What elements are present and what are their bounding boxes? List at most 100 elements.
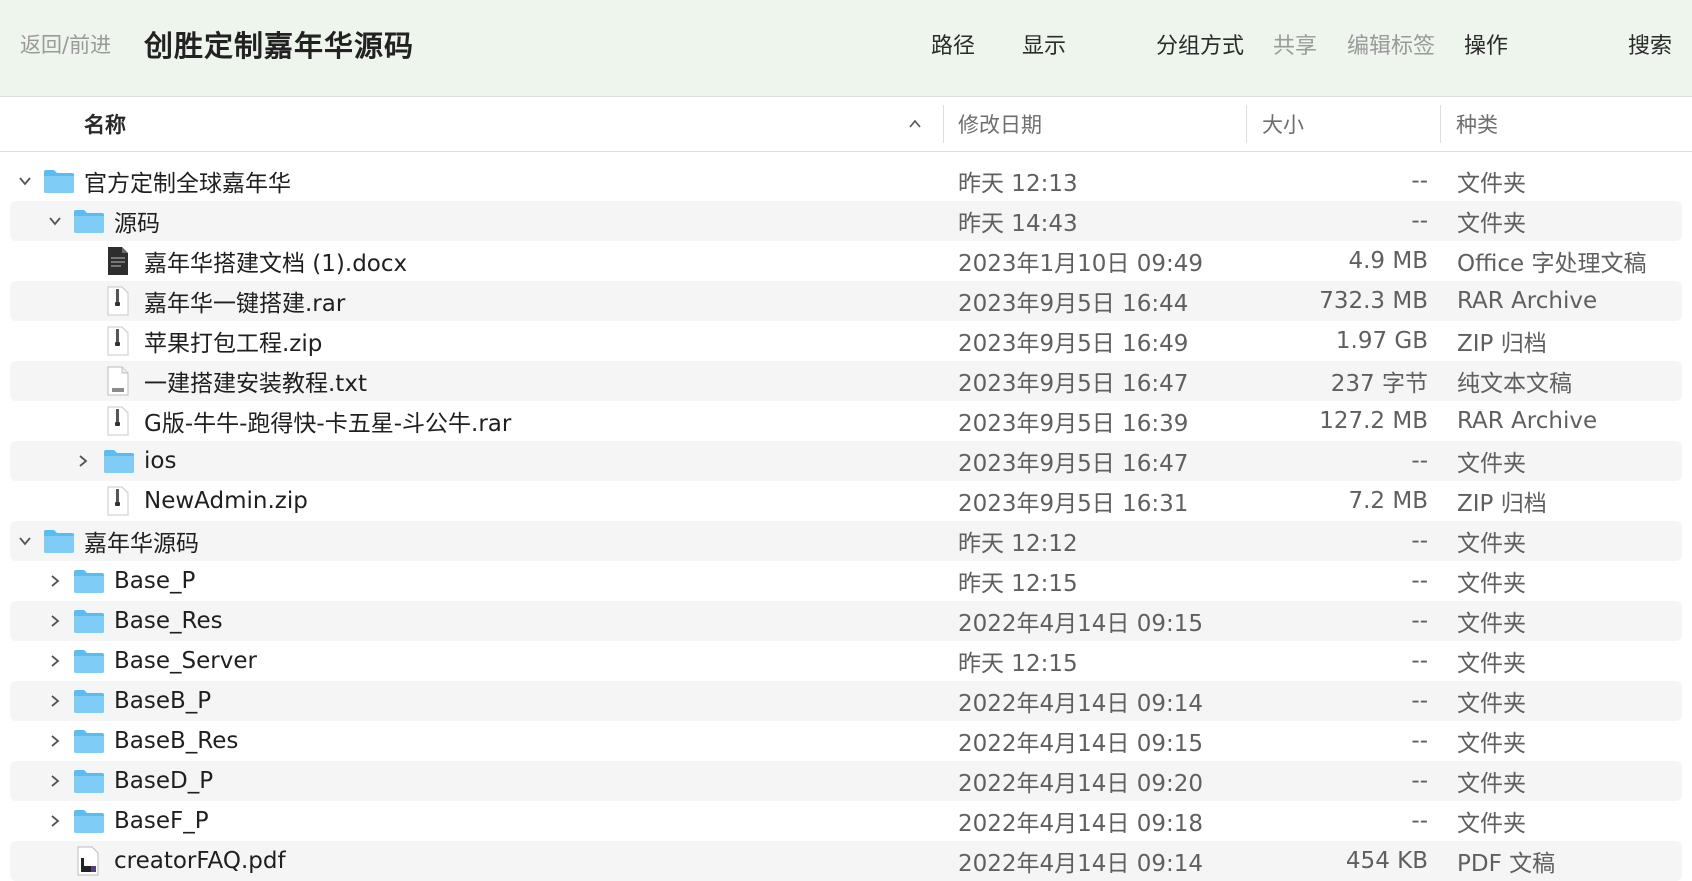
file-name: BaseB_Res	[114, 728, 239, 754]
file-kind: PDF 文稿	[1457, 851, 1556, 877]
chevron-right-icon[interactable]	[48, 814, 62, 828]
file-kind: 文件夹	[1457, 531, 1526, 557]
file-row[interactable]: BaseB_Res 2022年4月14日 09:15 -- 文件夹	[10, 721, 1682, 761]
chevron-right-icon[interactable]	[48, 734, 62, 748]
file-date: 2022年4月14日 09:14	[958, 851, 1204, 877]
file-row[interactable]: 嘉年华搭建文档 (1).docx 2023年1月10日 09:49 4.9 MB…	[10, 241, 1682, 281]
file-size: --	[1411, 448, 1428, 474]
file-name: 嘉年华源码	[84, 531, 199, 557]
file-kind: ZIP 归档	[1457, 491, 1547, 517]
file-size: --	[1411, 528, 1428, 554]
chevron-down-icon[interactable]	[18, 534, 32, 548]
file-row[interactable]: 一建搭建安装教程.txt 2023年9月5日 16:47 237 字节 纯文本文…	[10, 361, 1682, 401]
file-row[interactable]: BaseB_P 2022年4月14日 09:14 -- 文件夹	[10, 681, 1682, 721]
sort-ascending-icon[interactable]	[908, 117, 922, 131]
file-date: 2023年9月5日 16:44	[958, 291, 1189, 317]
folder-icon	[74, 690, 104, 713]
file-row[interactable]: 苹果打包工程.zip 2023年9月5日 16:49 1.97 GB ZIP 归…	[10, 321, 1682, 361]
chevron-right-icon[interactable]	[48, 574, 62, 588]
file-row[interactable]: NewAdmin.zip 2023年9月5日 16:31 7.2 MB ZIP …	[10, 481, 1682, 521]
file-name: 一建搭建安装教程.txt	[144, 371, 367, 397]
file-size: 127.2 MB	[1319, 408, 1428, 434]
txt-file-icon	[107, 366, 129, 396]
chevron-down-icon[interactable]	[18, 174, 32, 188]
path-button[interactable]: 路径	[931, 28, 975, 60]
file-kind: 文件夹	[1457, 731, 1526, 757]
column-size[interactable]: 大小	[1262, 109, 1304, 139]
file-row[interactable]: 源码 昨天 14:43 -- 文件夹	[10, 201, 1682, 241]
chevron-right-icon[interactable]	[48, 654, 62, 668]
actions-button[interactable]: 操作	[1464, 28, 1508, 60]
file-size: --	[1411, 208, 1428, 234]
file-kind: 文件夹	[1457, 651, 1526, 677]
file-name: G版-牛牛-跑得快-卡五星-斗公牛.rar	[144, 411, 512, 437]
column-divider[interactable]	[1440, 105, 1441, 143]
file-row[interactable]: BaseD_P 2022年4月14日 09:20 -- 文件夹	[10, 761, 1682, 801]
file-name: BaseD_P	[114, 768, 214, 794]
file-name: 源码	[114, 211, 160, 237]
file-date: 昨天 12:12	[958, 531, 1078, 557]
file-row[interactable]: 嘉年华一键搭建.rar 2023年9月5日 16:44 732.3 MB RAR…	[10, 281, 1682, 321]
column-date[interactable]: 修改日期	[958, 109, 1042, 139]
file-kind: RAR Archive	[1457, 288, 1598, 314]
folder-icon	[104, 450, 134, 473]
folder-icon	[74, 650, 104, 673]
file-row[interactable]: G版-牛牛-跑得快-卡五星-斗公牛.rar 2023年9月5日 16:39 12…	[10, 401, 1682, 441]
file-date: 2022年4月14日 09:20	[958, 771, 1204, 797]
column-divider[interactable]	[1246, 105, 1247, 143]
file-row[interactable]: ios 2023年9月5日 16:47 -- 文件夹	[10, 441, 1682, 481]
file-size: 237 字节	[1330, 371, 1428, 397]
file-size: --	[1411, 168, 1428, 194]
folder-icon	[74, 730, 104, 753]
chevron-right-icon[interactable]	[48, 694, 62, 708]
chevron-right-icon[interactable]	[76, 454, 90, 468]
file-row[interactable]: BaseF_P 2022年4月14日 09:18 -- 文件夹	[10, 801, 1682, 841]
file-row[interactable]: 官方定制全球嘉年华 昨天 12:13 -- 文件夹	[10, 161, 1682, 201]
file-date: 昨天 12:13	[958, 171, 1078, 197]
file-name: Base_Server	[114, 648, 257, 674]
column-divider[interactable]	[943, 105, 944, 143]
file-name: creatorFAQ.pdf	[114, 848, 286, 874]
column-header: 名称 修改日期 大小 种类	[0, 97, 1692, 152]
file-date: 昨天 14:43	[958, 211, 1078, 237]
column-kind[interactable]: 种类	[1456, 109, 1498, 139]
edit-tags-button[interactable]: 编辑标签	[1347, 28, 1435, 60]
file-name: BaseB_P	[114, 688, 212, 714]
file-name: Base_Res	[114, 608, 223, 634]
file-size: 732.3 MB	[1319, 288, 1428, 314]
column-name[interactable]: 名称	[84, 109, 126, 139]
file-row[interactable]: creatorFAQ.pdf 2022年4月14日 09:14 454 KB P…	[10, 841, 1682, 881]
file-row[interactable]: 嘉年华源码 昨天 12:12 -- 文件夹	[10, 521, 1682, 561]
display-button[interactable]: 显示	[1022, 28, 1066, 60]
folder-icon	[74, 610, 104, 633]
folder-icon	[44, 170, 74, 193]
file-kind: 纯文本文稿	[1457, 371, 1572, 397]
file-size: --	[1411, 608, 1428, 634]
file-size: 454 KB	[1345, 848, 1428, 874]
file-name: 官方定制全球嘉年华	[84, 171, 291, 197]
chevron-down-icon[interactable]	[48, 214, 62, 228]
file-kind: 文件夹	[1457, 171, 1526, 197]
docx-file-icon	[108, 247, 128, 275]
file-size: --	[1411, 568, 1428, 594]
search-button[interactable]: 搜索	[1628, 28, 1672, 60]
file-name: NewAdmin.zip	[144, 488, 308, 514]
folder-icon	[74, 570, 104, 593]
group-by-button[interactable]: 分组方式	[1156, 28, 1244, 60]
folder-icon	[74, 810, 104, 833]
back-forward-button[interactable]: 返回/前进	[20, 29, 111, 59]
file-row[interactable]: Base_Res 2022年4月14日 09:15 -- 文件夹	[10, 601, 1682, 641]
folder-icon	[44, 530, 74, 553]
file-kind: 文件夹	[1457, 451, 1526, 477]
file-date: 昨天 12:15	[958, 571, 1078, 597]
file-row[interactable]: Base_P 昨天 12:15 -- 文件夹	[10, 561, 1682, 601]
chevron-right-icon[interactable]	[48, 614, 62, 628]
file-name: ios	[144, 448, 177, 474]
file-kind: 文件夹	[1457, 211, 1526, 237]
file-list: 官方定制全球嘉年华 昨天 12:13 -- 文件夹 源码 昨天 14:43 --…	[0, 161, 1692, 881]
chevron-right-icon[interactable]	[48, 774, 62, 788]
share-button[interactable]: 共享	[1273, 28, 1317, 60]
file-name: 苹果打包工程.zip	[144, 331, 323, 357]
folder-icon	[74, 210, 104, 233]
file-row[interactable]: Base_Server 昨天 12:15 -- 文件夹	[10, 641, 1682, 681]
